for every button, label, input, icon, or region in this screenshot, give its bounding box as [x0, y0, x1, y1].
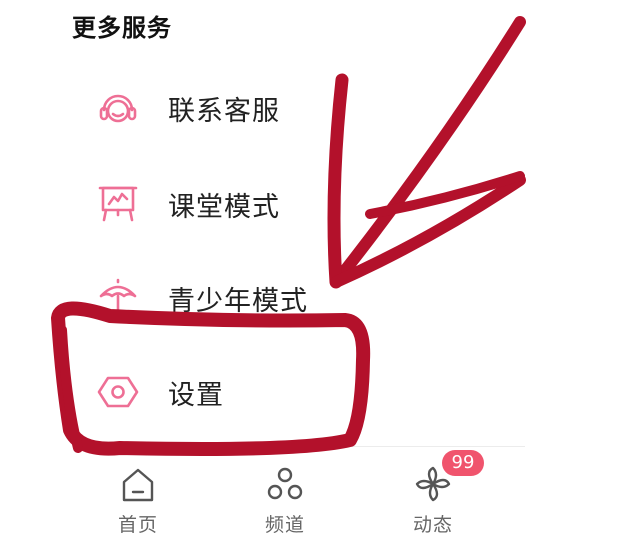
- divider: [90, 446, 525, 447]
- nav-label: 动态: [412, 514, 453, 536]
- menu-item-teen-mode[interactable]: 青少年模式: [96, 268, 426, 328]
- menu-item-label: 联系客服: [168, 95, 280, 127]
- section-title: 更多服务: [72, 14, 172, 42]
- menu-item-settings[interactable]: 设置: [96, 362, 426, 422]
- more-services-panel: 更多服务 联系客服 课堂模式 青少年模式 设置 首页 频道 动态 99: [0, 0, 525, 538]
- menu-item-label: 青少年模式: [168, 285, 308, 317]
- headset-icon: [96, 86, 140, 130]
- nav-item-channel[interactable]: 频道: [240, 450, 330, 538]
- nav-label: 首页: [117, 514, 158, 536]
- notification-badge: 99: [442, 450, 484, 476]
- home-icon: [116, 462, 160, 506]
- nav-item-home[interactable]: 首页: [93, 450, 183, 538]
- settings-hexagon-icon: [96, 370, 140, 414]
- channel-icon: [263, 462, 307, 506]
- menu-item-contact-service[interactable]: 联系客服: [96, 78, 426, 138]
- umbrella-icon: [96, 276, 140, 320]
- presentation-board-icon: [96, 182, 140, 226]
- menu-item-label: 设置: [168, 379, 224, 411]
- menu-item-classroom-mode[interactable]: 课堂模式: [96, 174, 426, 234]
- nav-label: 频道: [264, 514, 305, 536]
- menu-item-label: 课堂模式: [168, 191, 280, 223]
